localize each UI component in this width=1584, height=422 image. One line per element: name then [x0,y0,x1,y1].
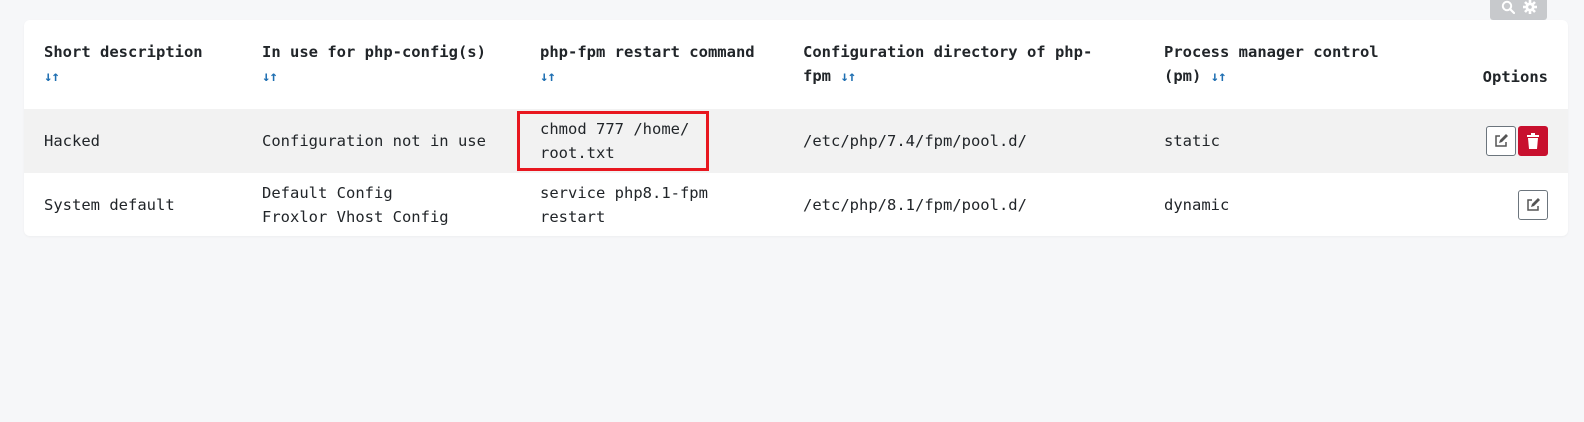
edit-icon [1527,198,1540,211]
sort-icon[interactable]: ↓↑ [262,69,278,85]
highlight-box: chmod 777 /home/ root.txt [517,111,709,171]
sort-icon[interactable]: ↓↑ [44,69,60,85]
php-fpm-config-table: Short description ↓↑ In use for php-conf… [24,20,1568,236]
gear-icon[interactable] [1522,0,1537,14]
delete-button[interactable] [1518,126,1548,156]
column-header-process-manager[interactable]: Process manager control (pm) ↓↑ [1144,20,1419,109]
cell-in-use: Configuration not in use [242,109,520,173]
column-header-options: Options [1482,68,1548,86]
table-row: Hacked Configuration not in use chmod 77… [24,109,1568,173]
cell-pm: dynamic [1164,196,1230,214]
trash-icon [1527,133,1539,149]
column-header-short-description[interactable]: Short description ↓↑ [24,20,242,109]
sort-icon[interactable]: ↓↑ [540,69,556,85]
cell-restart-command: chmod 777 /home/ root.txt [517,109,783,173]
table-header-row: Short description ↓↑ In use for php-conf… [24,20,1568,109]
table-row: System default Default Config Froxlor Vh… [24,173,1568,236]
edit-button[interactable] [1518,190,1548,220]
cell-pm: static [1144,109,1419,173]
cell-in-use: Default Config Froxlor Vhost Config [262,184,449,226]
cell-options [1419,109,1568,173]
edit-icon [1495,134,1508,147]
column-header-config-directory[interactable]: Configuration directory of php-fpm ↓↑ [783,20,1144,109]
table-tools [1490,0,1547,20]
cell-description: Hacked [24,109,242,173]
column-header-restart-command[interactable]: php-fpm restart command ↓↑ [520,20,783,109]
search-icon[interactable] [1501,0,1515,14]
column-header-in-use[interactable]: In use for php-config(s) ↓↑ [242,20,520,109]
cell-description: System default [44,196,175,214]
edit-button[interactable] [1486,126,1516,156]
sort-icon[interactable]: ↓↑ [1211,69,1227,85]
cell-config-dir: /etc/php/8.1/fpm/pool.d/ [803,196,1027,214]
cell-restart-command: service php8.1-fpm restart [540,184,708,226]
cell-options [1419,173,1568,236]
cell-config-dir: /etc/php/7.4/fpm/pool.d/ [783,109,1144,173]
php-fpm-config-table-card: Short description ↓↑ In use for php-conf… [24,20,1568,236]
sort-icon[interactable]: ↓↑ [840,69,856,85]
